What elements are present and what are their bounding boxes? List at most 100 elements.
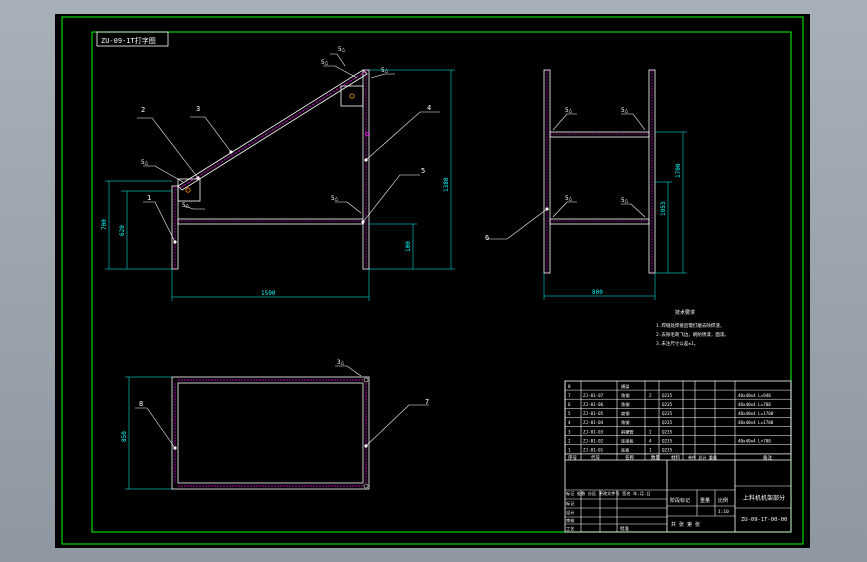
dim-1380: 1380	[369, 69, 455, 270]
leader-line-7	[365, 404, 429, 447]
top-corner-se	[363, 483, 369, 489]
front-view[interactable]: 6 5△ 5△ 5△ 5△ 1700 1053 800	[485, 69, 687, 300]
svg-text:3△: 3△	[337, 359, 345, 366]
leader-line-5	[362, 174, 420, 223]
svg-text:5△: 5△	[565, 195, 573, 202]
tech-notes: 技术要求 1.焊缝处焊接后需打磨去除焊渣， 2.去除毛刺飞边，刷防锈漆，面漆。 …	[656, 309, 729, 347]
top-corner-ne	[363, 377, 369, 383]
leader-line-1	[143, 201, 176, 243]
bom-cell-code: ZJ-01-06	[583, 402, 604, 407]
bom-rows: 8 横梁 7 ZJ-01-07 角钢 2 Q235 40x40x4 L=940 6 ZJ-01-0…	[564, 381, 792, 460]
bom-header-code: 代号	[591, 454, 600, 461]
bom-cell-code: ZJ-01-07	[583, 393, 604, 398]
bom-cell-name: 底板	[621, 447, 630, 454]
svg-text:5△: 5△	[565, 107, 573, 114]
tb-weight-label: 重量	[700, 497, 710, 504]
bom-cell-spec: 40x40x4 L=700	[738, 402, 771, 407]
weld-symbol-top-b: 5△	[321, 59, 358, 79]
svg-text:700: 700	[101, 219, 108, 230]
bom-header-remark: 备注	[763, 454, 772, 461]
callout-2: 2	[141, 106, 145, 114]
bom-cell-code: ZJ-01-05	[583, 411, 604, 416]
bom-cell-no: 7	[568, 393, 571, 398]
bom-cell-mat: Q235	[662, 438, 673, 443]
bom-cell-no: 8	[568, 384, 571, 389]
tb-approve: 批准	[620, 525, 629, 532]
bom-cell-code: ZJ-01-04	[583, 420, 604, 425]
tb-scale-value: 1:10	[718, 509, 729, 515]
weld-symbol-low-a: 5△	[141, 159, 184, 183]
bom-header-qty: 数量	[651, 454, 660, 461]
bom-header-mat: 材料	[671, 454, 680, 461]
side-view[interactable]: 2 3 4 5 1 5△ 5△ 5△ 5△ 5△ 5△ 700 620 1380…	[101, 46, 455, 301]
bill-of-materials[interactable]: 8 横梁 7 ZJ-01-07 角钢 2 Q235 40x40x4 L=940 6 ZJ-01-0…	[564, 380, 792, 533]
bom-cell-mat: Q235	[662, 429, 673, 434]
side-diagonal-weld	[179, 71, 366, 189]
svg-text:5△: 5△	[381, 67, 389, 74]
front-weld-a: 5△	[552, 107, 577, 131]
svg-text:1380: 1380	[443, 177, 450, 192]
bom-cell-spec: 40x40x4 L=940	[738, 393, 771, 398]
bom-cell-qty: 2	[649, 429, 652, 434]
bom-cell-mat: Q235	[662, 420, 673, 425]
title-tag-text: ZU-09-1T打字图	[101, 36, 156, 45]
tb-product-name: 上料机机架部分	[743, 494, 785, 502]
bom-cell-mat: Q235	[662, 411, 673, 416]
top-view[interactable]: 8 7 3△ 850	[121, 359, 429, 490]
bom-cell-spec: 40x40x4 L=1700	[738, 420, 774, 425]
svg-text:5△: 5△	[621, 197, 629, 204]
bom-cell-mat: Q235	[662, 448, 673, 453]
tb-row-label-1: 标记	[566, 500, 575, 507]
callout-4: 4	[427, 104, 431, 112]
drawing-canvas[interactable]: ZU-09-1T打字图 2 3 4 5 1 5△ 5△ 5△ 5△ 5△ 5△ …	[55, 14, 810, 548]
bom-cell-spec: 40x40x4 L=1700	[738, 411, 774, 416]
bom-cell-code: ZJ-01-01	[583, 448, 604, 453]
callout-6: 6	[485, 234, 489, 242]
bom-header-name: 名称	[625, 454, 634, 461]
weld-symbol-top-a: 5△	[330, 46, 346, 67]
svg-text:5△: 5△	[321, 59, 329, 66]
leader-line-6	[487, 208, 548, 240]
svg-text:5△: 5△	[141, 159, 149, 166]
svg-text:5△: 5△	[338, 46, 346, 53]
bom-cell-name: 角钢	[621, 392, 629, 399]
top-frame-outer	[171, 376, 370, 490]
side-cross-beam	[177, 218, 364, 225]
bom-cell-name: 横梁	[621, 383, 630, 390]
dim-1053: 1053	[655, 181, 672, 273]
bom-cell-name: 扁钢	[621, 410, 629, 417]
side-bolt-bottom	[185, 187, 191, 193]
svg-text:1053: 1053	[660, 201, 667, 216]
bom-cell-no: 6	[568, 402, 571, 407]
tb-stage-label: 阶段标记	[670, 497, 690, 504]
leader-line-3	[190, 116, 232, 153]
bom-cell-code: ZJ-01-03	[583, 429, 604, 434]
side-bolt-top	[349, 93, 355, 99]
tb-sheets: 共 张 第 张	[671, 521, 700, 528]
bom-cell-code: ZJ-01-02	[583, 438, 604, 443]
svg-text:800: 800	[592, 289, 603, 296]
tech-notes-title: 技术要求	[675, 309, 695, 316]
tech-note-1: 1.焊缝处焊接后需打磨去除焊渣，	[656, 322, 724, 329]
svg-text:5△: 5△	[331, 195, 339, 202]
bom-cell-mat: Q235	[662, 402, 673, 407]
svg-text:620: 620	[119, 225, 126, 236]
callout-3: 3	[196, 105, 200, 113]
bom-cell-qty: 2	[649, 393, 652, 398]
top-weld-symbol: 3△	[335, 359, 362, 377]
bom-cell-name: 角钢	[621, 419, 629, 426]
tech-note-3: 3.未注尺寸公差±1。	[656, 340, 698, 347]
leader-line-4	[365, 111, 440, 161]
weld-symbol-top-c: 5△	[370, 67, 395, 79]
sheet-frame-outer	[61, 16, 804, 545]
tb-row-label-2: 设计	[566, 509, 574, 516]
dim-800: 800	[543, 273, 656, 300]
callout-1: 1	[147, 194, 151, 202]
tb-scale-label: 比例	[718, 497, 728, 504]
bom-cell-no: 4	[568, 420, 571, 425]
callout-5: 5	[421, 167, 425, 175]
bom-cell-no: 5	[568, 411, 571, 416]
bom-header-weight: 单件 总计 重量	[688, 454, 717, 460]
dim-1590: 1590	[171, 269, 370, 301]
bom-cell-name: 斜撑管	[621, 428, 634, 435]
